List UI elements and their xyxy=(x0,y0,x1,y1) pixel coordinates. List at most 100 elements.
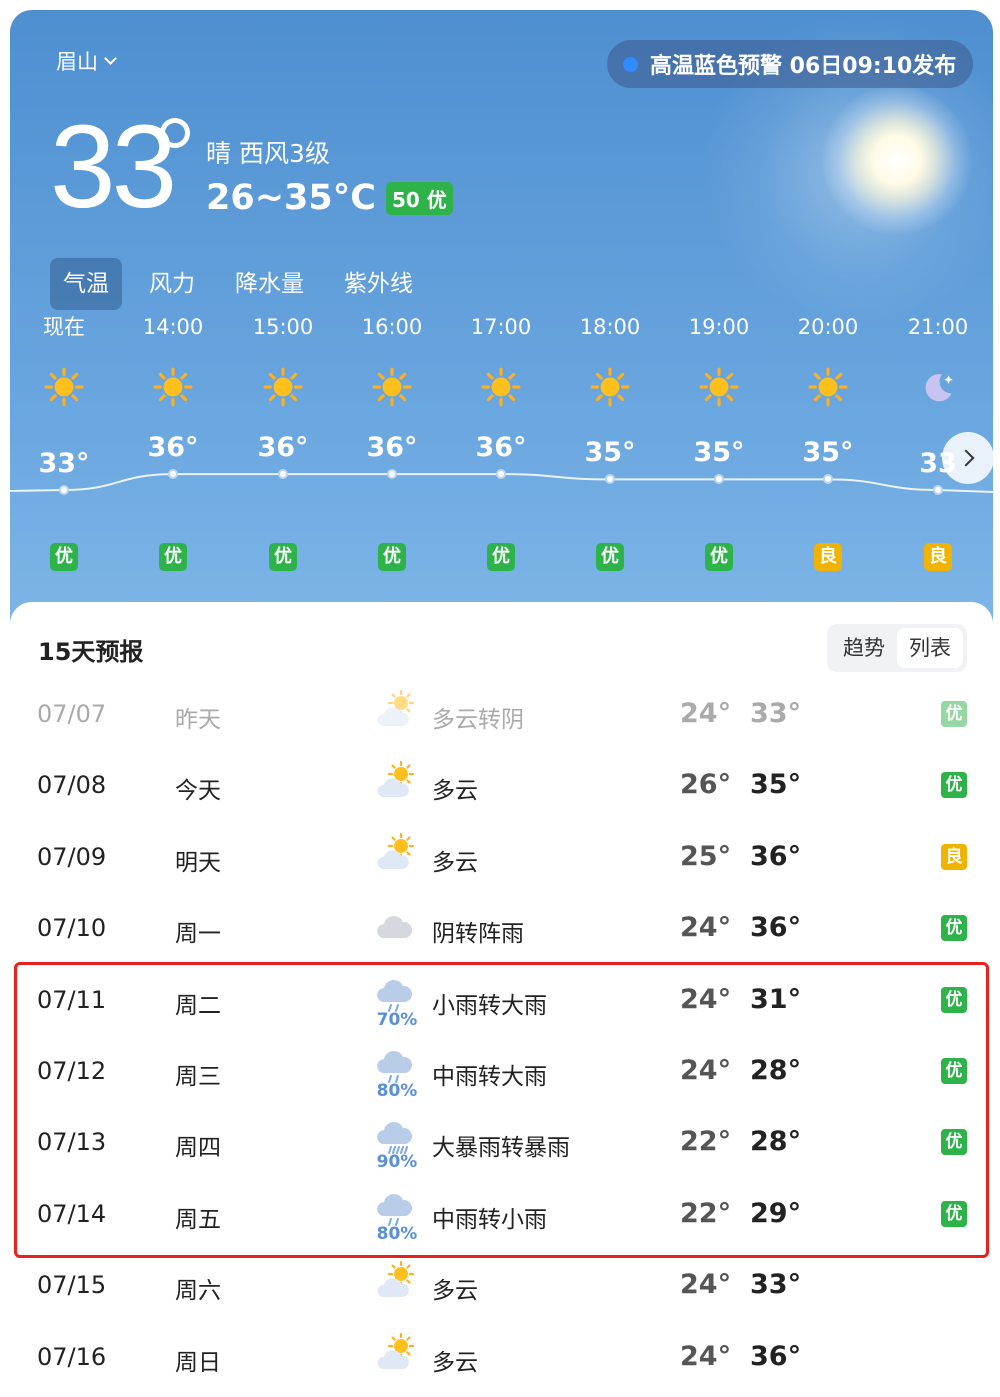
hourly-aqi-badge: 优 xyxy=(487,543,515,571)
tab-precipitation[interactable]: 降水量 xyxy=(222,258,317,310)
forecast-date: 07/10 xyxy=(37,914,107,943)
hourly-aqi-badge: 优 xyxy=(269,543,297,571)
forecast-date: 07/14 xyxy=(37,1199,107,1228)
forecast-low: 24° xyxy=(680,1055,732,1086)
hourly-temp: 35° xyxy=(584,437,636,469)
forecast-date: 07/08 xyxy=(37,771,107,800)
forecast-day: 周四 xyxy=(175,1135,221,1162)
forecast-day: 周日 xyxy=(175,1349,221,1376)
daily-forecast-panel: 15天预报 趋势 列表 07/07 昨天 多云转阴 24° 33° 优 07/08 今天 多… xyxy=(10,602,993,1397)
forecast-low: 22° xyxy=(680,1197,732,1229)
forecast-row[interactable]: 07/14 周五 80% 中雨转小雨 22° 29° 优 xyxy=(10,1180,993,1251)
forecast-high: 35° xyxy=(750,769,802,801)
hourly-temp: 36° xyxy=(475,432,527,464)
forecast-aqi-badge: 优 xyxy=(941,772,967,799)
hourly-temp: 33° xyxy=(38,448,90,479)
forecast-high: 33° xyxy=(750,698,802,729)
hourly-time: 16:00 xyxy=(361,315,423,339)
hourly-aqi-badge: 优 xyxy=(705,543,733,571)
city-selector[interactable]: 眉山 xyxy=(56,46,117,76)
alert-dot-icon xyxy=(623,56,638,72)
forecast-date: 07/12 xyxy=(37,1057,107,1085)
forecast-row[interactable]: 07/13 周四 90% 大暴雨转暴雨 22° 28° 优 xyxy=(10,1108,993,1179)
forecast-low: 25° xyxy=(680,840,732,872)
forecast-aqi-badge: 良 xyxy=(941,843,967,870)
hourly-item: 17:00 xyxy=(451,310,551,416)
moon-icon xyxy=(888,344,988,416)
hourly-time: 18:00 xyxy=(579,315,641,339)
forecast-high: 29° xyxy=(750,1197,802,1229)
hourly-temp: 35° xyxy=(802,437,854,469)
hourly-item: 现在 xyxy=(14,310,114,416)
tab-temperature[interactable]: 气温 xyxy=(50,258,122,310)
forecast-row[interactable]: 07/15 周六 多云 24° 33° xyxy=(10,1251,993,1322)
rain-probability: 70% xyxy=(376,1009,418,1030)
tab-uv[interactable]: 紫外线 xyxy=(331,258,426,310)
current-condition: 晴 西风3级 xyxy=(206,139,330,168)
forecast-row[interactable]: 07/07 昨天 多云转阴 24° 33° 优 xyxy=(10,680,993,751)
forecast-row[interactable]: 07/08 今天 多云 26° 35° 优 xyxy=(10,751,993,822)
forecast-low: 24° xyxy=(680,912,732,944)
sun-icon xyxy=(669,344,769,416)
hourly-temp: 36° xyxy=(147,432,199,464)
hourly-next-button[interactable] xyxy=(942,432,994,484)
current-temperature: 33 xyxy=(50,101,177,233)
view-trend-button[interactable]: 趋势 xyxy=(831,628,897,668)
hourly-item: 20:00 xyxy=(778,310,878,416)
partly-cloudy-icon xyxy=(375,831,419,875)
forecast-high: 31° xyxy=(750,983,802,1015)
forecast-high: 33° xyxy=(750,1269,802,1301)
sun-icon xyxy=(451,344,551,416)
hourly-time: 17:00 xyxy=(470,315,532,339)
forecast-row[interactable]: 07/10 周一 阴转阵雨 24° 36° 优 xyxy=(10,894,993,965)
forecast-day: 周一 xyxy=(175,921,221,948)
hourly-aqi-badge: 优 xyxy=(378,543,406,571)
hourly-time: 14:00 xyxy=(142,315,204,339)
forecast-day: 昨天 xyxy=(175,707,221,733)
hourly-item: 19:00 xyxy=(669,310,769,416)
forecast-date: 07/09 xyxy=(37,842,107,871)
hourly-temp-point xyxy=(59,485,69,495)
hourly-aqi-badge: 优 xyxy=(159,543,187,571)
forecast-aqi-badge: 优 xyxy=(941,915,967,942)
forecast-low: 24° xyxy=(680,1269,732,1301)
hourly-forecast[interactable]: 现在 33° 优 14:00 36° 优 15:00 36° 优 16:00 36° 优 17:00 36… xyxy=(10,310,993,590)
forecast-condition: 多云转阴 xyxy=(432,707,524,733)
forecast-aqi-badge: 优 xyxy=(941,1129,967,1156)
hourly-aqi-badge: 良 xyxy=(924,543,952,571)
forecast-low: 26° xyxy=(680,769,732,801)
rain-probability: 80% xyxy=(376,1223,418,1244)
forecast-day: 今天 xyxy=(175,778,221,805)
forecast-row[interactable]: 07/11 周二 70% 小雨转大雨 24° 31° 优 xyxy=(10,966,993,1037)
today-range: 26~35°C 50 优 xyxy=(206,178,453,218)
forecast-condition: 中雨转大雨 xyxy=(432,1064,547,1090)
city-name: 眉山 xyxy=(56,50,98,74)
forecast-high: 36° xyxy=(750,912,802,944)
sun-icon xyxy=(123,344,223,416)
sun-decoration xyxy=(822,85,972,235)
partly-cloudy-icon xyxy=(375,1331,419,1375)
hourly-item: 21:00 xyxy=(888,310,988,416)
aqi-badge[interactable]: 50 优 xyxy=(385,181,453,215)
view-list-button[interactable]: 列表 xyxy=(897,628,963,668)
forecast-day: 周五 xyxy=(175,1206,221,1233)
tab-wind[interactable]: 风力 xyxy=(136,258,208,310)
hourly-time: 现在 xyxy=(43,315,85,339)
forecast-low: 24° xyxy=(680,983,732,1015)
forecast-low: 24° xyxy=(680,698,732,729)
hourly-aqi-badge: 优 xyxy=(596,543,624,571)
hourly-temp-point xyxy=(933,485,943,495)
partly-cloudy-icon xyxy=(375,759,419,803)
hourly-item: 14:00 xyxy=(123,310,223,416)
forecast-row[interactable]: 07/12 周三 80% 中雨转大雨 24° 28° 优 xyxy=(10,1037,993,1108)
hourly-item: 16:00 xyxy=(342,310,442,416)
view-switch: 趋势 列表 xyxy=(827,624,967,672)
forecast-day: 明天 xyxy=(175,849,221,876)
forecast-condition: 多云 xyxy=(432,1278,478,1305)
forecast-row[interactable]: 07/09 明天 多云 25° 36° 良 xyxy=(10,823,993,894)
forecast-high: 28° xyxy=(750,1126,802,1158)
hourly-item: 18:00 xyxy=(560,310,660,416)
weather-alert-badge[interactable]: 高温蓝色预警 06日09:10发布 xyxy=(607,40,973,88)
forecast-condition: 中雨转小雨 xyxy=(432,1206,547,1233)
forecast-row[interactable]: 07/16 周日 多云 24° 36° xyxy=(10,1323,993,1394)
